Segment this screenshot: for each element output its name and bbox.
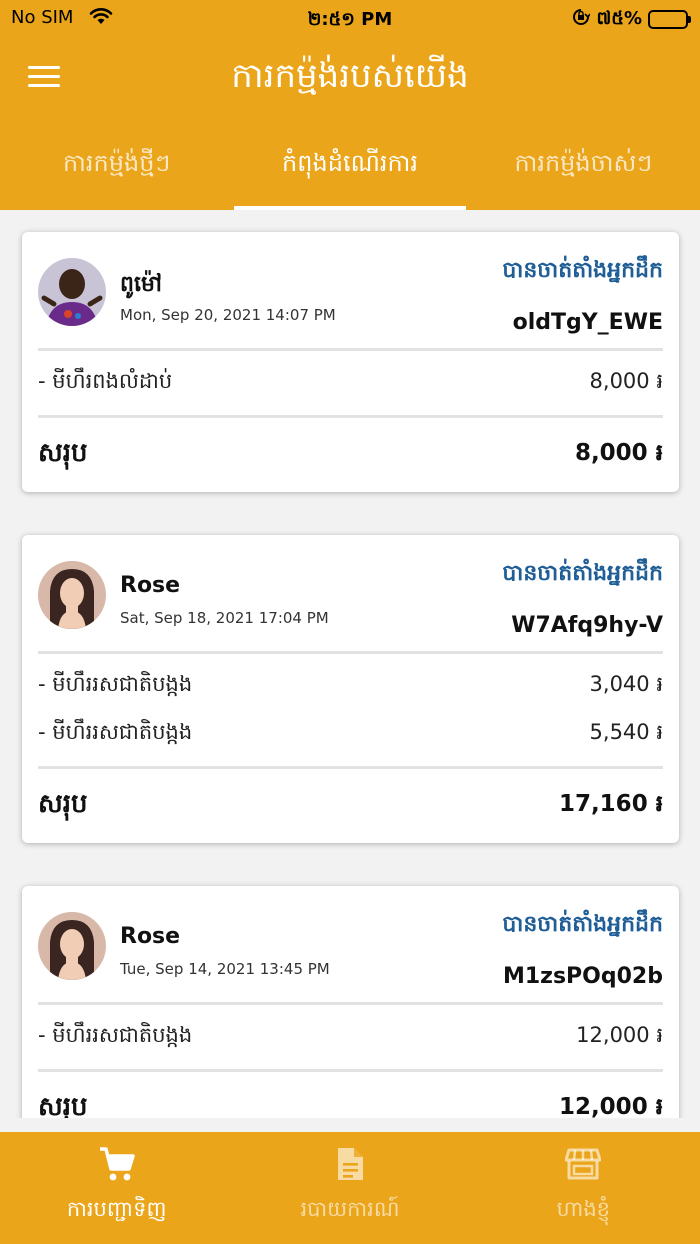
order-item-row: - មីហឹរពងលំដាប់ 8,000 ៛ — [38, 359, 663, 407]
app-screen: No SIM ២:៥១ PM ៧៥% ការកម្ម៉ង់របស់យើង ការ… — [0, 0, 700, 1244]
order-list: ពូម៉ៅ Mon, Sep 20, 2021 14:07 PM បានចាត់… — [0, 210, 700, 1118]
total-amount: 8,000 ៛ — [574, 439, 663, 466]
item-price: 8,000 ៛ — [589, 368, 663, 393]
order-code: M1zsPOq02b — [502, 964, 663, 989]
order-items: - មីហឹររសជាតិបង្កង 3,040 ៛ - មីហឹររសជាតិ… — [38, 654, 663, 766]
order-datetime: Tue, Sep 14, 2021 13:45 PM — [120, 960, 330, 978]
item-name: - មីហឹររសជាតិបង្កង — [38, 719, 193, 744]
order-status: បានចាត់តាំងអ្នកដឹក — [502, 912, 663, 937]
document-icon — [233, 1146, 466, 1182]
status-right: ៧៥% — [572, 6, 691, 33]
order-card-header: Rose Sat, Sep 18, 2021 17:04 PM បានចាត់ត… — [38, 535, 663, 651]
item-price: 12,000 ៛ — [576, 1022, 663, 1047]
bottom-nav-store[interactable]: ហាងខ្ញុំ — [467, 1132, 700, 1244]
bottom-nav-label: ការបញ្ជាទិញ — [66, 1197, 167, 1221]
order-total-row: សរុប 17,160 ៛ — [38, 769, 663, 843]
avatar — [38, 912, 106, 980]
order-datetime: Mon, Sep 20, 2021 14:07 PM — [120, 306, 336, 324]
order-card-header: ពូម៉ៅ Mon, Sep 20, 2021 14:07 PM បានចាត់… — [38, 232, 663, 348]
item-price: 5,540 ៛ — [589, 719, 663, 744]
page-title: ការកម្ម៉ង់របស់យើង — [231, 56, 469, 96]
order-card[interactable]: Rose Tue, Sep 14, 2021 13:45 PM បានចាត់ត… — [22, 886, 679, 1118]
avatar — [38, 561, 106, 629]
battery-percent: ៧៥% — [596, 8, 642, 29]
item-name: - មីហឹររសជាតិបង្កង — [38, 671, 193, 696]
order-items: - មីហឹរពងលំដាប់ 8,000 ៛ — [38, 351, 663, 415]
customer-name: Rose — [120, 573, 181, 598]
order-items: - មីហឹររសជាតិបង្កង 12,000 ៛ — [38, 1005, 663, 1069]
customer-name: Rose — [120, 924, 181, 949]
order-total-row: សរុប 8,000 ៛ — [38, 418, 663, 492]
tab-new-orders[interactable]: ការកម្ម៉ង់ថ្មីៗ — [0, 120, 233, 210]
order-card-header: Rose Tue, Sep 14, 2021 13:45 PM បានចាត់ត… — [38, 886, 663, 1002]
order-tabs: ការកម្ម៉ង់ថ្មីៗ កំពុងដំណើរការ ការកម្ម៉ង់… — [0, 120, 700, 210]
bottom-nav-label: ហាងខ្ញុំ — [556, 1197, 610, 1221]
customer-name: ពូម៉ៅ — [120, 272, 162, 297]
order-item-row: - មីហឹររសជាតិបង្កង 5,540 ៛ — [38, 710, 663, 758]
status-bar: No SIM ២:៥១ PM ៧៥% — [0, 0, 700, 36]
tab-old-orders[interactable]: ការកម្ម៉ង់ចាស់ៗ — [467, 120, 700, 210]
bottom-nav-reports[interactable]: របាយការណ៍ — [233, 1132, 466, 1244]
order-datetime: Sat, Sep 18, 2021 17:04 PM — [120, 609, 329, 627]
app-header: No SIM ២:៥១ PM ៧៥% ការកម្ម៉ង់របស់យើង ការ… — [0, 0, 700, 210]
order-item-row: - មីហឹររសជាតិបង្កង 12,000 ៛ — [38, 1013, 663, 1061]
total-label: សរុប — [38, 1092, 88, 1118]
item-name: - មីហឹរពងលំដាប់ — [38, 368, 173, 393]
bottom-nav-label: របាយការណ៍ — [300, 1197, 400, 1221]
bottom-nav: ការបញ្ជាទិញ របាយការណ៍ ហាងខ្ញុំ — [0, 1132, 700, 1244]
tab-in-progress[interactable]: កំពុងដំណើរការ — [233, 120, 467, 210]
total-label: សរុប — [38, 438, 88, 468]
order-status: បានចាត់តាំងអ្នកដឹក — [502, 561, 663, 586]
total-amount: 12,000 ៛ — [558, 1093, 663, 1119]
total-amount: 17,160 ៛ — [558, 790, 663, 817]
order-code: W7Afq9hy-V — [511, 613, 663, 638]
store-icon — [467, 1146, 700, 1182]
order-item-row: - មីហឹររសជាតិបង្កង 3,040 ៛ — [38, 662, 663, 710]
order-status: បានចាត់តាំងអ្នកដឹក — [502, 258, 663, 283]
shopping-cart-icon — [0, 1146, 233, 1182]
orientation-lock-icon — [572, 8, 592, 31]
item-price: 3,040 ៛ — [589, 671, 663, 696]
item-name: - មីហឹររសជាតិបង្កង — [38, 1022, 193, 1047]
order-card[interactable]: ពូម៉ៅ Mon, Sep 20, 2021 14:07 PM បានចាត់… — [22, 232, 679, 492]
order-total-row: សរុប 12,000 ៛ — [38, 1072, 663, 1118]
battery-icon — [648, 10, 691, 29]
order-code: oldTgY_EWE — [512, 310, 663, 335]
bottom-nav-orders[interactable]: ការបញ្ជាទិញ — [0, 1132, 233, 1244]
order-card[interactable]: Rose Sat, Sep 18, 2021 17:04 PM បានចាត់ត… — [22, 535, 679, 843]
avatar — [38, 258, 106, 326]
total-label: សរុប — [38, 789, 88, 819]
nav-bar: ការកម្ម៉ង់របស់យើង — [0, 36, 700, 120]
